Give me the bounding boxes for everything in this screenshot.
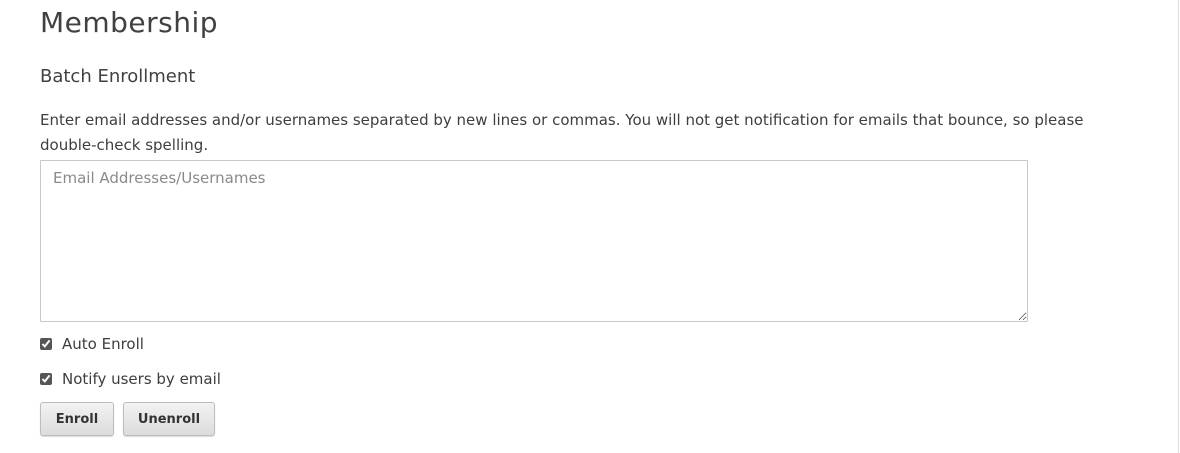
unenroll-button[interactable]: Unenroll [123, 402, 215, 436]
auto-enroll-row: Auto Enroll [40, 334, 144, 354]
notify-users-checkbox[interactable] [40, 373, 52, 385]
auto-enroll-label[interactable]: Auto Enroll [62, 334, 144, 354]
notify-users-row: Notify users by email [40, 369, 221, 389]
page-title: Membership [40, 6, 219, 39]
email-usernames-textarea[interactable] [40, 160, 1028, 322]
notify-users-label[interactable]: Notify users by email [62, 369, 221, 389]
batch-enrollment-instructions: Enter email addresses and/or usernames s… [40, 111, 1084, 154]
auto-enroll-checkbox[interactable] [40, 338, 52, 350]
enroll-button[interactable]: Enroll [40, 402, 114, 436]
content-right-border [1178, 0, 1179, 453]
batch-enrollment-heading: Batch Enrollment [40, 66, 196, 87]
membership-page: Membership Batch Enrollment Enter email … [0, 0, 1180, 453]
